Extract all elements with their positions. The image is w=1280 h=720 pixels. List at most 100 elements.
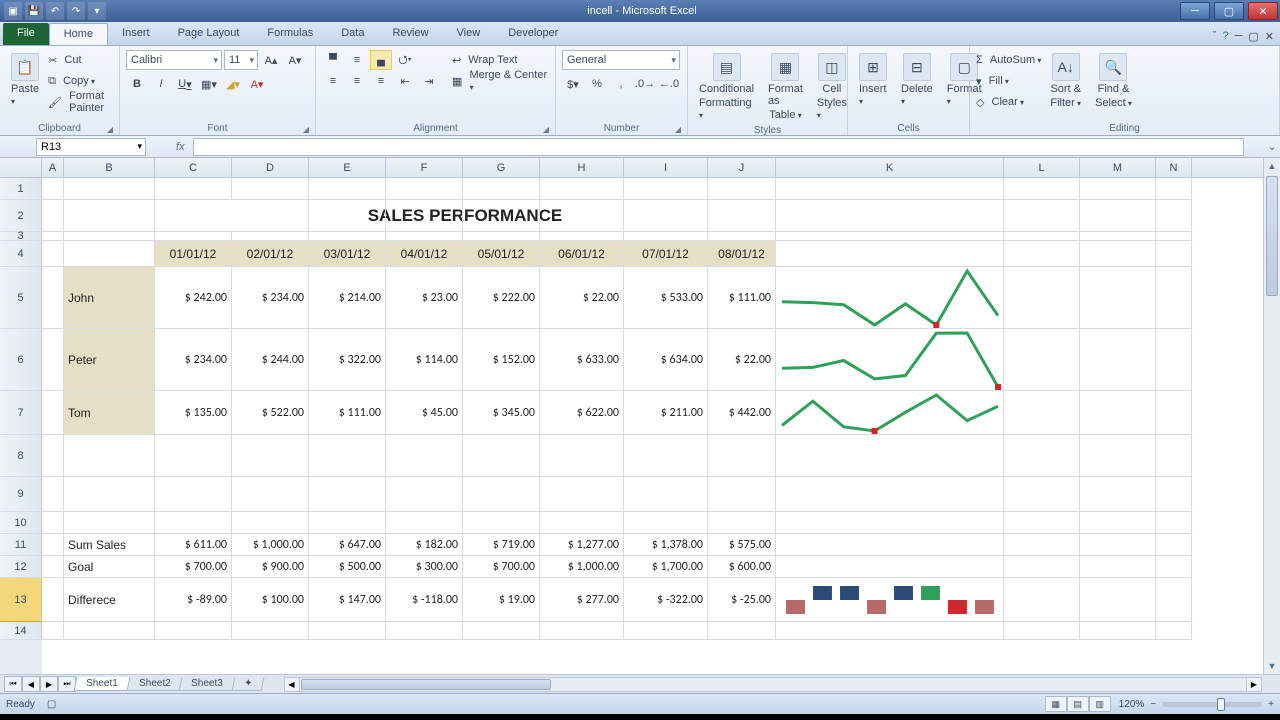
column-header-C[interactable]: C <box>155 158 232 177</box>
cell-K1[interactable] <box>776 178 1004 200</box>
cell-C10[interactable] <box>155 512 232 534</box>
cell-J8[interactable] <box>708 435 776 477</box>
cell-J7[interactable]: $ 442.00 <box>708 391 776 435</box>
workbook-restore-icon[interactable]: ▢ <box>1248 30 1258 43</box>
cell-L2[interactable] <box>1004 200 1080 232</box>
cell-M13[interactable] <box>1080 578 1156 622</box>
decrease-decimal-icon[interactable]: ←.0 <box>658 74 680 94</box>
cell-B2[interactable] <box>64 200 155 232</box>
cell-G4[interactable]: 05/01/12 <box>463 241 540 267</box>
cell-M14[interactable] <box>1080 622 1156 640</box>
cell-D11[interactable]: $ 1,000.00 <box>232 534 309 556</box>
cell-B11[interactable]: Sum Sales <box>64 534 155 556</box>
cell-E13[interactable]: $ 147.00 <box>309 578 386 622</box>
cell-N7[interactable] <box>1156 391 1192 435</box>
accounting-icon[interactable]: $▾ <box>562 74 584 94</box>
cell-C1[interactable] <box>155 178 232 200</box>
cell-K14[interactable] <box>776 622 1004 640</box>
cell-N3[interactable] <box>1156 232 1192 241</box>
cell-I3[interactable] <box>624 232 708 241</box>
cell-K4[interactable] <box>776 241 1004 267</box>
cell-F14[interactable] <box>386 622 463 640</box>
italic-button[interactable]: I <box>150 74 172 94</box>
cell-D4[interactable]: 02/01/12 <box>232 241 309 267</box>
copy-button[interactable]: ⧉ Copy <box>48 71 113 91</box>
font-color-icon[interactable]: A▾ <box>246 74 268 94</box>
cell-G10[interactable] <box>463 512 540 534</box>
tab-page-layout[interactable]: Page Layout <box>164 23 254 45</box>
cell-D9[interactable] <box>232 477 309 512</box>
cell-N2[interactable] <box>1156 200 1192 232</box>
cell-F6[interactable]: $ 114.00 <box>386 329 463 391</box>
cell-J11[interactable]: $ 575.00 <box>708 534 776 556</box>
cell-L7[interactable] <box>1004 391 1080 435</box>
expand-formula-bar-icon[interactable]: ⌄ <box>1264 140 1280 153</box>
cell-G7[interactable]: $ 345.00 <box>463 391 540 435</box>
orientation-icon[interactable]: ⭯▾ <box>394 50 416 70</box>
zoom-out-icon[interactable]: − <box>1150 699 1156 710</box>
row-header-5[interactable]: 5 <box>0 267 42 329</box>
cell-D2[interactable] <box>232 200 309 232</box>
column-header-D[interactable]: D <box>232 158 309 177</box>
row-header-10[interactable]: 10 <box>0 512 42 534</box>
cell-F12[interactable]: $ 300.00 <box>386 556 463 578</box>
cell-A13[interactable] <box>42 578 64 622</box>
comma-icon[interactable]: , <box>610 74 632 94</box>
cell-K9[interactable] <box>776 477 1004 512</box>
cell-C8[interactable] <box>155 435 232 477</box>
scroll-down-icon[interactable]: ▼ <box>1264 658 1280 674</box>
cell-G13[interactable]: $ 19.00 <box>463 578 540 622</box>
cell-M8[interactable] <box>1080 435 1156 477</box>
cell-K8[interactable] <box>776 435 1004 477</box>
number-launcher-icon[interactable]: ◢ <box>675 125 681 134</box>
cell-J4[interactable]: 08/01/12 <box>708 241 776 267</box>
cell-H12[interactable]: $ 1,000.00 <box>540 556 624 578</box>
cell-C13[interactable]: $ -89.00 <box>155 578 232 622</box>
cell-D7[interactable]: $ 522.00 <box>232 391 309 435</box>
cell-M4[interactable] <box>1080 241 1156 267</box>
cell-J5[interactable]: $ 111.00 <box>708 267 776 329</box>
decrease-indent-icon[interactable]: ⇤ <box>394 71 416 91</box>
cell-I11[interactable]: $ 1,378.00 <box>624 534 708 556</box>
horizontal-scrollbar[interactable]: ◀ ▶ <box>284 677 1263 692</box>
cell-G2[interactable] <box>463 200 540 232</box>
cell-H14[interactable] <box>540 622 624 640</box>
row-header-9[interactable]: 9 <box>0 477 42 512</box>
align-middle-icon[interactable]: ≡ <box>346 50 368 70</box>
cell-K3[interactable] <box>776 232 1004 241</box>
font-size-combo[interactable]: 11 <box>224 50 258 70</box>
cell-J12[interactable]: $ 600.00 <box>708 556 776 578</box>
cell-K10[interactable] <box>776 512 1004 534</box>
cell-C4[interactable]: 01/01/12 <box>155 241 232 267</box>
column-header-E[interactable]: E <box>309 158 386 177</box>
fx-icon[interactable]: fx <box>176 141 185 153</box>
sort-filter-button[interactable]: A↓Sort &Filter <box>1045 50 1086 112</box>
tab-data[interactable]: Data <box>327 23 378 45</box>
cell-A11[interactable] <box>42 534 64 556</box>
minimize-ribbon-icon[interactable]: ˇ <box>1213 30 1217 43</box>
row-header-11[interactable]: 11 <box>0 534 42 556</box>
cell-A10[interactable] <box>42 512 64 534</box>
column-header-J[interactable]: J <box>708 158 776 177</box>
cell-N5[interactable] <box>1156 267 1192 329</box>
cell-B13[interactable]: Differece <box>64 578 155 622</box>
column-header-H[interactable]: H <box>540 158 624 177</box>
cell-F1[interactable] <box>386 178 463 200</box>
cell-C7[interactable]: $ 135.00 <box>155 391 232 435</box>
cell-E1[interactable] <box>309 178 386 200</box>
tab-nav-first-icon[interactable]: ⏮ <box>4 676 22 692</box>
cell-G3[interactable] <box>463 232 540 241</box>
cell-E11[interactable]: $ 647.00 <box>309 534 386 556</box>
new-sheet-tab[interactable]: ✦ <box>232 677 265 691</box>
cell-E5[interactable]: $ 214.00 <box>309 267 386 329</box>
cell-E9[interactable] <box>309 477 386 512</box>
fill-button[interactable]: ▾ Fill <box>976 71 1041 91</box>
cell-I9[interactable] <box>624 477 708 512</box>
cell-L4[interactable] <box>1004 241 1080 267</box>
cell-H3[interactable] <box>540 232 624 241</box>
cell-E14[interactable] <box>309 622 386 640</box>
cell-D13[interactable]: $ 100.00 <box>232 578 309 622</box>
column-header-I[interactable]: I <box>624 158 708 177</box>
sheet-tab-3[interactable]: Sheet3 <box>179 677 236 691</box>
cell-A4[interactable] <box>42 241 64 267</box>
